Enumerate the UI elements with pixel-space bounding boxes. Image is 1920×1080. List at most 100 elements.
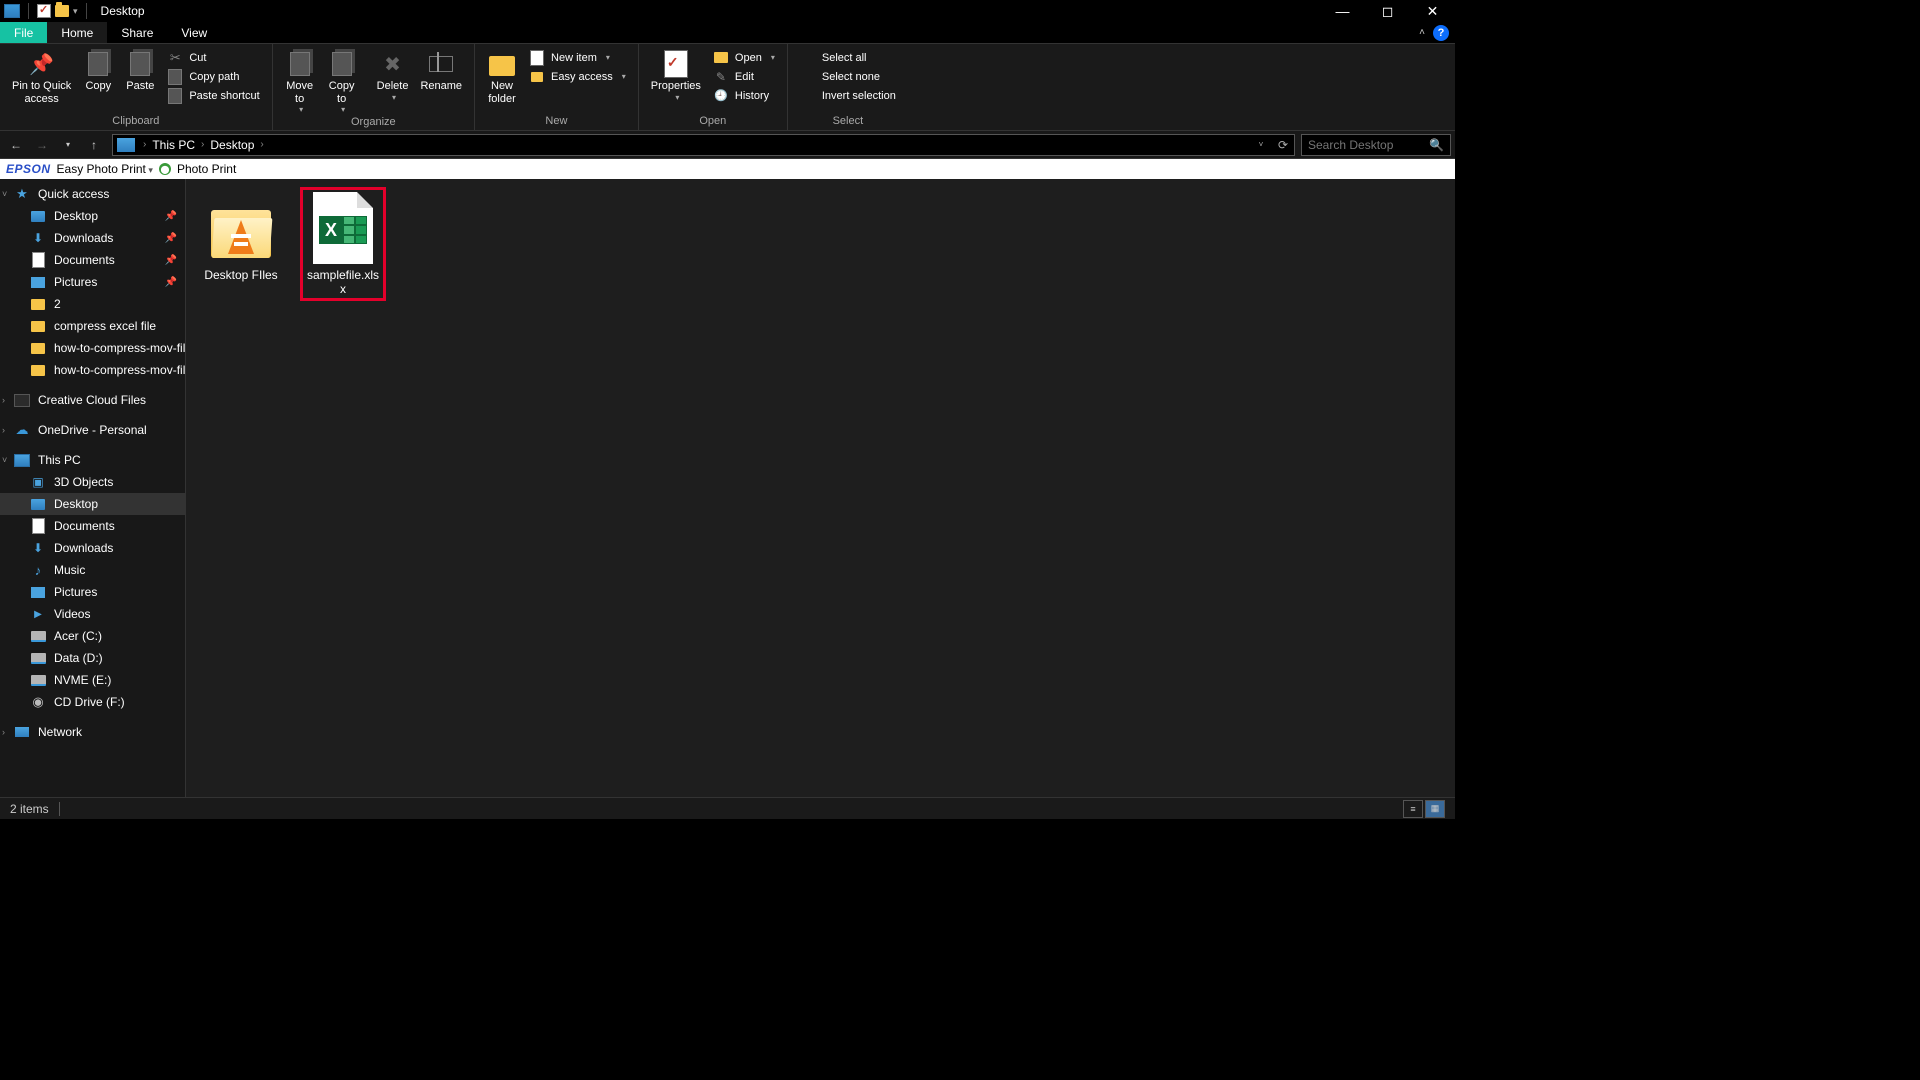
sidebar-item-label: how-to-compress-mov-file xyxy=(54,341,186,355)
search-box[interactable]: 🔍 xyxy=(1301,134,1451,156)
qat-newfolder-icon[interactable] xyxy=(55,5,69,17)
breadcrumb[interactable]: › This PC › Desktop › ˅ ⟳ xyxy=(112,134,1295,156)
close-button[interactable]: ✕ xyxy=(1410,0,1455,22)
file-item-folder[interactable]: Desktop FIles xyxy=(198,187,284,287)
open-button[interactable]: Open xyxy=(707,48,781,67)
tab-home[interactable]: Home xyxy=(47,22,107,43)
sidebar-item-pc-pictures[interactable]: Pictures xyxy=(0,581,185,603)
back-button[interactable]: ← xyxy=(4,133,28,157)
tab-share[interactable]: Share xyxy=(107,22,167,43)
sidebar-item-label: Downloads xyxy=(54,541,113,555)
sidebar-item-this-pc[interactable]: ˅This PC xyxy=(0,449,185,471)
sidebar-item-cd-drive[interactable]: CD Drive (F:) xyxy=(0,691,185,713)
sidebar-item-creative-cloud[interactable]: ›Creative Cloud Files xyxy=(0,389,185,411)
collapse-ribbon-icon[interactable]: ˄ xyxy=(1419,27,1425,38)
rename-button[interactable]: Rename xyxy=(414,46,468,95)
sidebar-item-onedrive[interactable]: ›OneDrive - Personal xyxy=(0,419,185,441)
video-icon xyxy=(30,606,46,622)
navigation-pane[interactable]: ˅Quick access Desktop📌 Downloads📌 Docume… xyxy=(0,179,186,797)
qat-properties-icon[interactable] xyxy=(37,4,51,18)
sidebar-item-downloads[interactable]: Downloads📌 xyxy=(0,227,185,249)
paste-shortcut-button[interactable]: Paste shortcut xyxy=(161,86,265,105)
sidebar-item-videos[interactable]: Videos xyxy=(0,603,185,625)
maximize-button[interactable]: ◻ xyxy=(1365,0,1410,22)
view-large-icons-button[interactable]: ▦ xyxy=(1425,800,1445,818)
select-none-button[interactable]: Select none xyxy=(794,67,902,86)
pin-icon: 📌 xyxy=(165,277,177,288)
edit-button[interactable]: Edit xyxy=(707,67,781,86)
sidebar-item-label: Documents xyxy=(54,253,115,267)
sidebar-item-label: Pictures xyxy=(54,275,97,289)
copy-path-button[interactable]: Copy path xyxy=(161,67,265,86)
move-to-button[interactable]: Move to xyxy=(279,46,321,116)
sidebar-item-pc-desktop[interactable]: Desktop xyxy=(0,493,185,515)
search-input[interactable] xyxy=(1308,138,1429,152)
forward-button[interactable]: → xyxy=(30,133,54,157)
sidebar-item-pictures[interactable]: Pictures 📌 xyxy=(0,271,185,293)
qat-dropdown-icon[interactable]: ▾ xyxy=(73,6,78,17)
new-folder-button[interactable]: New folder xyxy=(481,46,523,107)
sidebar-item-3d-objects[interactable]: 3D Objects xyxy=(0,471,185,493)
pin-icon: 📌 xyxy=(28,50,56,78)
edit-icon xyxy=(713,69,729,85)
pin-to-quick-access-button[interactable]: 📌 Pin to Quick access xyxy=(6,46,77,107)
sidebar-item-music[interactable]: Music xyxy=(0,559,185,581)
delete-label: Delete xyxy=(377,80,409,93)
sidebar-item-data-d[interactable]: Data (D:) xyxy=(0,647,185,669)
tab-view[interactable]: View xyxy=(167,22,221,43)
sidebar-item-label: This PC xyxy=(38,453,81,467)
sidebar-item-mov2[interactable]: how-to-compress-mov-file xyxy=(0,359,185,381)
invert-selection-label: Invert selection xyxy=(822,90,896,102)
sidebar-item-quick-access[interactable]: ˅Quick access xyxy=(0,183,185,205)
tab-file[interactable]: File xyxy=(0,22,47,43)
cut-button[interactable]: Cut xyxy=(161,48,265,67)
breadcrumb-desktop[interactable]: Desktop xyxy=(208,135,256,155)
recent-dropdown[interactable]: ▾ xyxy=(56,133,80,157)
sidebar-item-nvme-e[interactable]: NVME (E:) xyxy=(0,669,185,691)
sidebar-item-acer-c[interactable]: Acer (C:) xyxy=(0,625,185,647)
view-details-button[interactable]: ≡ xyxy=(1403,800,1423,818)
copy-button[interactable]: Copy xyxy=(77,46,119,95)
delete-button[interactable]: ✖ Delete xyxy=(371,46,415,104)
select-all-label: Select all xyxy=(822,52,867,64)
pc-icon xyxy=(14,452,30,468)
sidebar-item-desktop[interactable]: Desktop📌 xyxy=(0,205,185,227)
chevron-right-icon[interactable]: › xyxy=(197,139,208,150)
paste-button[interactable]: Paste xyxy=(119,46,161,95)
file-item-excel[interactable]: X samplefile.xlsx xyxy=(300,187,386,301)
previous-locations-dropdown[interactable]: ˅ xyxy=(1250,135,1272,155)
sidebar-item-label: Data (D:) xyxy=(54,651,103,665)
chevron-right-icon[interactable]: › xyxy=(256,139,267,150)
epson-easy-photo-print[interactable]: Easy Photo Print xyxy=(57,162,153,176)
properties-button[interactable]: Properties xyxy=(645,46,707,104)
sidebar-item-pc-downloads[interactable]: Downloads xyxy=(0,537,185,559)
select-all-button[interactable]: Select all xyxy=(794,48,902,67)
copy-label: Copy xyxy=(85,80,111,93)
sidebar-item-2[interactable]: 2 xyxy=(0,293,185,315)
new-folder-label: New folder xyxy=(488,80,516,105)
epson-brand: EPSON xyxy=(6,162,51,176)
invert-selection-button[interactable]: Invert selection xyxy=(794,86,902,105)
easy-access-button[interactable]: Easy access xyxy=(523,67,632,86)
minimize-button[interactable]: — xyxy=(1320,0,1365,22)
explorer-icon[interactable] xyxy=(4,4,20,18)
sidebar-item-network[interactable]: ›Network xyxy=(0,721,185,743)
new-item-button[interactable]: New item xyxy=(523,48,632,67)
history-button[interactable]: History xyxy=(707,86,781,105)
epson-photo-print[interactable]: Photo Print xyxy=(177,162,236,176)
sidebar-item-documents[interactable]: Documents📌 xyxy=(0,249,185,271)
sidebar-item-compress-excel[interactable]: compress excel file xyxy=(0,315,185,337)
epson-photo-print-icon: ⬤ xyxy=(159,163,171,175)
group-label: Organize xyxy=(279,116,468,130)
sidebar-item-mov1[interactable]: how-to-compress-mov-file xyxy=(0,337,185,359)
search-icon: 🔍 xyxy=(1429,138,1444,152)
up-button[interactable]: ↑ xyxy=(82,133,106,157)
chevron-right-icon[interactable]: › xyxy=(139,139,150,150)
ribbon: 📌 Pin to Quick access Copy Paste Cut Cop… xyxy=(0,44,1455,131)
help-icon[interactable]: ? xyxy=(1433,25,1449,41)
copy-to-button[interactable]: Copy to xyxy=(321,46,363,116)
refresh-button[interactable]: ⟳ xyxy=(1272,135,1294,155)
breadcrumb-thispc[interactable]: This PC xyxy=(150,135,197,155)
sidebar-item-pc-documents[interactable]: Documents xyxy=(0,515,185,537)
file-list[interactable]: Desktop FIles X samplefile.xlsx xyxy=(186,179,1455,797)
